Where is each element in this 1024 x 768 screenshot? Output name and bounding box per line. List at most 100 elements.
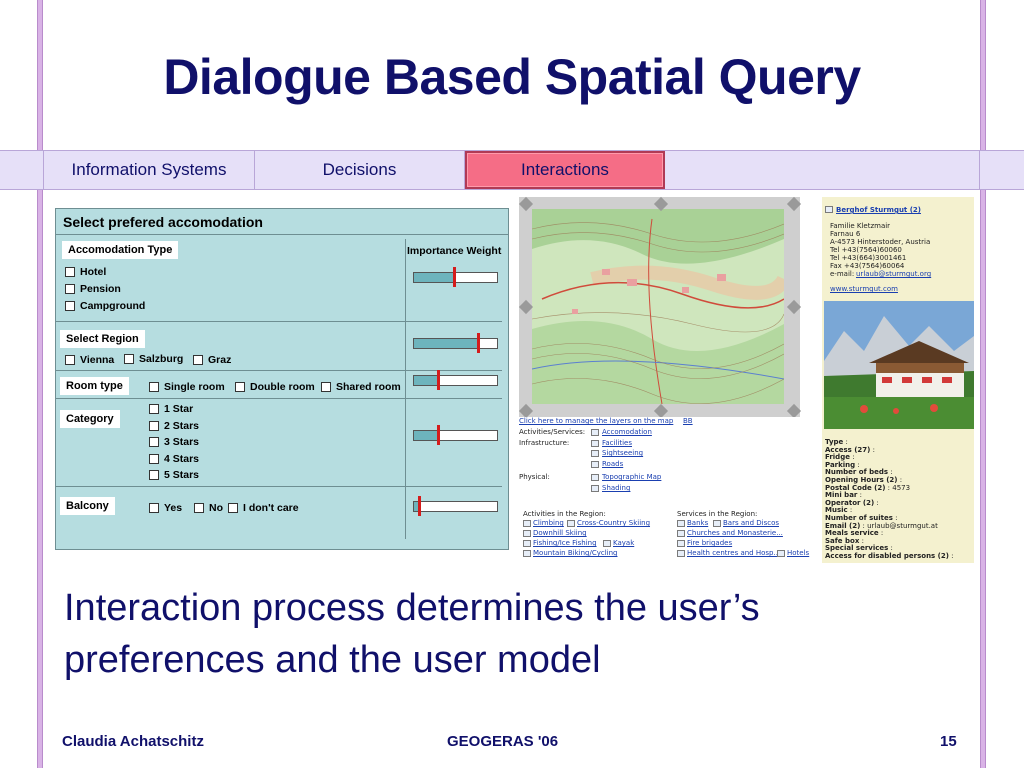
checkbox[interactable] bbox=[235, 382, 245, 392]
roads-layer-icon[interactable] bbox=[591, 461, 599, 468]
option-single-room[interactable]: Single room bbox=[149, 381, 225, 393]
fishing-icon[interactable] bbox=[523, 540, 531, 547]
activity-link[interactable]: Cross-Country Skiing bbox=[577, 519, 650, 527]
kayak-icon[interactable] bbox=[603, 540, 611, 547]
slider-knob[interactable] bbox=[437, 370, 440, 390]
pan-northwest-icon[interactable] bbox=[518, 196, 534, 212]
layer-item[interactable]: Topographic Map bbox=[602, 473, 661, 481]
option-no[interactable]: No bbox=[194, 502, 223, 514]
service-link[interactable]: Health centres and Hosp... bbox=[687, 549, 780, 557]
bars-icon[interactable] bbox=[713, 520, 721, 527]
layer-item[interactable]: Sightseeing bbox=[602, 449, 643, 457]
option-4-stars[interactable]: 4 Stars bbox=[149, 453, 199, 465]
option-yes[interactable]: Yes bbox=[149, 502, 182, 514]
checkbox[interactable] bbox=[228, 503, 238, 513]
footer-event: GEOGERAS '06 bbox=[447, 733, 559, 750]
tab-interactions[interactable]: Interactions bbox=[465, 151, 665, 189]
layer-item[interactable]: Facilities bbox=[602, 439, 632, 447]
tab-information-systems[interactable]: Information Systems bbox=[43, 151, 255, 189]
checkbox[interactable] bbox=[124, 354, 134, 364]
hotel-address-line: Fax +43(7564)60064 bbox=[830, 262, 905, 270]
service-link[interactable]: Hotels bbox=[787, 549, 809, 557]
layer-item[interactable]: Accomodation bbox=[602, 428, 652, 436]
option-vienna[interactable]: Vienna bbox=[65, 354, 114, 366]
fire-brigade-icon[interactable] bbox=[677, 540, 685, 547]
option-pension[interactable]: Pension bbox=[65, 283, 121, 295]
topographic-layer-icon[interactable] bbox=[591, 474, 599, 481]
accommodation-layer-icon[interactable] bbox=[591, 429, 599, 436]
shading-layer-icon[interactable] bbox=[591, 485, 599, 492]
pan-south-icon[interactable] bbox=[653, 403, 669, 419]
churches-icon[interactable] bbox=[677, 530, 685, 537]
weight-slider-category[interactable] bbox=[413, 425, 498, 445]
pan-southwest-icon[interactable] bbox=[518, 403, 534, 419]
checkbox[interactable] bbox=[65, 301, 75, 311]
hotel-name[interactable]: Berghof Sturmgut (2) bbox=[836, 206, 921, 214]
option-double-room[interactable]: Double room bbox=[235, 381, 315, 393]
checkbox[interactable] bbox=[149, 404, 159, 414]
option-campground[interactable]: Campground bbox=[65, 300, 145, 312]
option-graz[interactable]: Graz bbox=[193, 354, 231, 366]
balcony-label: Balcony bbox=[60, 497, 115, 515]
hotels-icon[interactable] bbox=[777, 550, 785, 557]
tab-decisions[interactable]: Decisions bbox=[255, 151, 465, 189]
checkbox[interactable] bbox=[65, 355, 75, 365]
checkbox[interactable] bbox=[65, 267, 75, 277]
option-shared-room[interactable]: Shared room bbox=[321, 381, 401, 393]
manage-layers-link-bb[interactable]: BB bbox=[683, 417, 693, 425]
downhill-skiing-icon[interactable] bbox=[523, 530, 531, 537]
checkbox[interactable] bbox=[149, 437, 159, 447]
checkbox[interactable] bbox=[149, 421, 159, 431]
slider-knob[interactable] bbox=[437, 425, 440, 445]
checkbox[interactable] bbox=[149, 454, 159, 464]
weight-slider-region[interactable] bbox=[413, 333, 498, 353]
pan-southeast-icon[interactable] bbox=[786, 403, 802, 419]
checkbox[interactable] bbox=[194, 503, 204, 513]
activity-link[interactable]: Climbing bbox=[533, 519, 564, 527]
checkbox[interactable] bbox=[321, 382, 331, 392]
weight-slider-room[interactable] bbox=[413, 370, 498, 390]
option-5-stars[interactable]: 5 Stars bbox=[149, 469, 199, 481]
activity-link[interactable]: Kayak bbox=[613, 539, 634, 547]
checkbox[interactable] bbox=[149, 503, 159, 513]
slider-knob[interactable] bbox=[477, 333, 480, 353]
climbing-icon[interactable] bbox=[523, 520, 531, 527]
activity-link[interactable]: Fishing/Ice Fishing bbox=[533, 539, 597, 547]
slider-knob[interactable] bbox=[453, 267, 456, 287]
mountain-biking-icon[interactable] bbox=[523, 550, 531, 557]
checkbox[interactable] bbox=[149, 470, 159, 480]
option-3-stars[interactable]: 3 Stars bbox=[149, 436, 199, 448]
option-1-star[interactable]: 1 Star bbox=[149, 403, 193, 415]
service-link[interactable]: Churches and Monasterie... bbox=[687, 529, 783, 537]
topographic-map[interactable] bbox=[532, 209, 784, 404]
layer-item[interactable]: Shading bbox=[602, 484, 630, 492]
weight-slider-accommodation[interactable] bbox=[413, 267, 498, 287]
option-salzburg[interactable]: Salzburg bbox=[124, 353, 183, 365]
service-link[interactable]: Fire brigades bbox=[687, 539, 732, 547]
activity-link[interactable]: Downhill Skiing bbox=[533, 529, 587, 537]
pan-west-icon[interactable] bbox=[518, 299, 534, 315]
pan-northeast-icon[interactable] bbox=[786, 196, 802, 212]
option-hotel[interactable]: Hotel bbox=[65, 266, 106, 278]
tab-empty bbox=[665, 151, 980, 189]
banks-icon[interactable] bbox=[677, 520, 685, 527]
hotel-email-link[interactable]: urlaub@sturmgut.org bbox=[856, 270, 931, 278]
manage-layers-link[interactable]: Click here to manage the layers on the m… bbox=[519, 417, 673, 425]
option-dont-care[interactable]: I don't care bbox=[228, 502, 299, 514]
sightseeing-layer-icon[interactable] bbox=[591, 450, 599, 457]
cross-country-skiing-icon[interactable] bbox=[567, 520, 575, 527]
hotel-website-link[interactable]: www.sturmgut.com bbox=[830, 285, 898, 293]
checkbox[interactable] bbox=[65, 284, 75, 294]
option-2-stars[interactable]: 2 Stars bbox=[149, 420, 199, 432]
checkbox[interactable] bbox=[149, 382, 159, 392]
activity-link[interactable]: Mountain Biking/Cycling bbox=[533, 549, 617, 557]
health-centre-icon[interactable] bbox=[677, 550, 685, 557]
facilities-layer-icon[interactable] bbox=[591, 440, 599, 447]
weight-slider-balcony[interactable] bbox=[413, 496, 498, 516]
checkbox[interactable] bbox=[193, 355, 203, 365]
service-link[interactable]: Banks bbox=[687, 519, 708, 527]
pan-east-icon[interactable] bbox=[786, 299, 802, 315]
slider-knob[interactable] bbox=[418, 496, 421, 516]
service-link[interactable]: Bars and Discos bbox=[723, 519, 779, 527]
layer-item[interactable]: Roads bbox=[602, 460, 623, 468]
